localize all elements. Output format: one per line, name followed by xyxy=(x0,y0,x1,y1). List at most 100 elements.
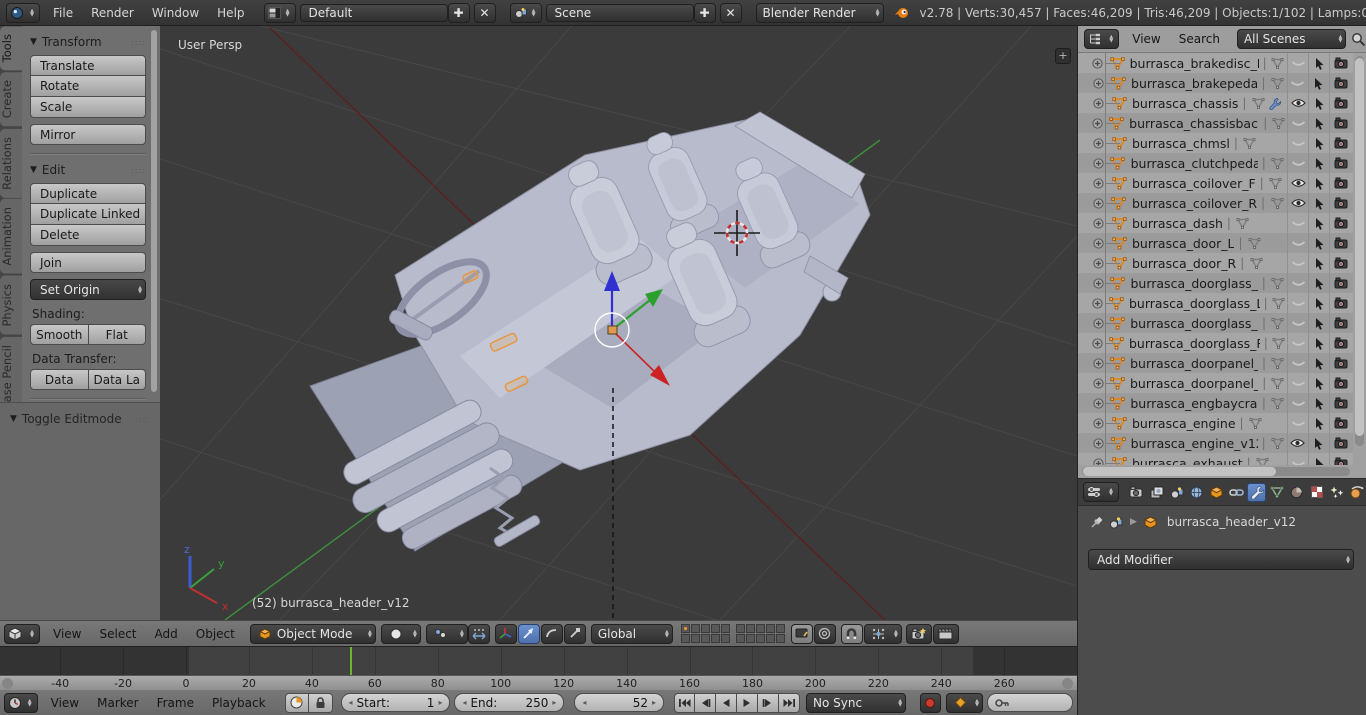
tool-shelf-scrollbar[interactable] xyxy=(151,30,157,392)
previous-keyframe-button[interactable] xyxy=(695,693,716,713)
sync-mode-dropdown[interactable]: No Sync▲▼ xyxy=(806,693,906,713)
delete-screen-layout-button[interactable]: ✕ xyxy=(474,3,496,23)
mesh-data-icon[interactable] xyxy=(1270,435,1285,451)
mirror-button[interactable]: Mirror xyxy=(30,124,146,145)
outliner-row-burrasca-doorpanel-r[interactable]: burrasca_doorpanel_R| xyxy=(1078,373,1353,393)
expand-icon[interactable] xyxy=(1092,135,1105,151)
renderability-camera-icon[interactable] xyxy=(1329,353,1353,373)
layer-cell-20[interactable] xyxy=(776,634,785,643)
visibility-eye-icon[interactable] xyxy=(1287,253,1308,273)
renderability-camera-icon[interactable] xyxy=(1329,453,1353,465)
properties-tab-constraints-icon[interactable] xyxy=(1227,483,1246,502)
selectability-arrow-icon[interactable] xyxy=(1308,173,1329,193)
scene-name-field[interactable]: Scene xyxy=(546,4,694,22)
mesh-data-icon[interactable] xyxy=(1235,215,1251,231)
visibility-eye-icon[interactable] xyxy=(1287,173,1308,193)
mesh-data-icon[interactable] xyxy=(1272,295,1285,311)
renderability-camera-icon[interactable] xyxy=(1329,93,1353,113)
properties-tab-object-icon[interactable] xyxy=(1207,483,1226,502)
layer-cell-17[interactable] xyxy=(746,634,755,643)
screen-layout-name-field[interactable]: Default xyxy=(300,4,448,22)
outliner-row-burrasca-engine[interactable]: burrasca_engine| xyxy=(1078,413,1353,433)
editor-type-button-outliner[interactable]: ▲▼ xyxy=(1084,29,1119,49)
outliner-row-burrasca-dash[interactable]: burrasca_dash| xyxy=(1078,213,1353,233)
selectability-arrow-icon[interactable] xyxy=(1308,393,1329,413)
rotate-button[interactable]: Rotate xyxy=(30,76,146,97)
selectability-arrow-icon[interactable] xyxy=(1308,273,1329,293)
mesh-data-icon[interactable] xyxy=(1248,415,1264,431)
outliner-row-burrasca-doorglass-r[interactable]: burrasca_doorglass_R| xyxy=(1078,313,1353,333)
mesh-data-icon[interactable] xyxy=(1272,335,1285,351)
object-name[interactable]: burrasca_exhaust xyxy=(1132,456,1243,466)
renderability-camera-icon[interactable] xyxy=(1329,433,1353,453)
mesh-data-icon[interactable] xyxy=(1270,395,1285,411)
add-scene-button[interactable]: ✚ xyxy=(694,3,716,23)
outliner-row-burrasca-engbaycrap[interactable]: burrasca_engbaycrap| xyxy=(1078,393,1353,413)
visibility-eye-icon[interactable] xyxy=(1287,433,1308,453)
play-button[interactable] xyxy=(737,693,758,713)
join-button[interactable]: Join xyxy=(30,252,146,273)
renderability-camera-icon[interactable] xyxy=(1329,133,1353,153)
menu-select[interactable]: Select xyxy=(90,627,145,641)
transform-orientation-dropdown[interactable]: Global▲▼ xyxy=(591,624,673,644)
renderability-camera-icon[interactable] xyxy=(1329,153,1353,173)
outliner-row-burrasca-brakedisc-rr[interactable]: burrasca_brakedisc_RR| xyxy=(1078,53,1353,73)
renderability-camera-icon[interactable] xyxy=(1329,173,1353,193)
current-frame-indicator[interactable] xyxy=(350,647,352,675)
selectability-arrow-icon[interactable] xyxy=(1308,373,1329,393)
layer-cell-15[interactable] xyxy=(776,624,785,633)
object-name[interactable]: burrasca_chassis xyxy=(1132,96,1238,111)
visibility-eye-icon[interactable] xyxy=(1287,453,1308,465)
expand-icon[interactable] xyxy=(1092,315,1104,331)
layer-cell-3[interactable] xyxy=(701,624,710,633)
properties-tab-render-icon[interactable] xyxy=(1127,483,1146,502)
visibility-eye-icon[interactable] xyxy=(1287,313,1308,333)
layer-cell-2[interactable] xyxy=(691,624,700,633)
menu-view[interactable]: View xyxy=(44,627,90,641)
object-name[interactable]: burrasca_coilover_F xyxy=(1132,176,1256,191)
expand-icon[interactable] xyxy=(1092,255,1105,271)
menu-object[interactable]: Object xyxy=(187,627,244,641)
expand-icon[interactable] xyxy=(1092,415,1105,431)
shading-flat-button[interactable]: Flat xyxy=(89,324,147,345)
mesh-data-icon[interactable] xyxy=(1270,315,1285,331)
object-name[interactable]: burrasca_door_L xyxy=(1132,236,1234,251)
layer-cell-5[interactable] xyxy=(721,624,730,633)
outliner-row-burrasca-door-r[interactable]: burrasca_door_R| xyxy=(1078,253,1353,273)
outliner-row-burrasca-chassisbackup[interactable]: burrasca_chassisbackup| xyxy=(1078,113,1353,133)
renderability-camera-icon[interactable] xyxy=(1329,233,1353,253)
visibility-eye-icon[interactable] xyxy=(1287,53,1308,73)
layer-cell-11[interactable] xyxy=(736,624,745,633)
menu-add[interactable]: Add xyxy=(146,627,187,641)
object-name[interactable]: burrasca_doorglass_R xyxy=(1130,316,1258,331)
expand-icon[interactable] xyxy=(1092,55,1104,71)
outliner-row-burrasca-clutchpedal[interactable]: burrasca_clutchpedal| xyxy=(1078,153,1353,173)
expand-icon[interactable] xyxy=(1092,355,1104,371)
layer-cell-10[interactable] xyxy=(721,634,730,643)
mesh-data-icon[interactable] xyxy=(1255,455,1271,465)
object-name[interactable]: burrasca_doorglass_L_int xyxy=(1129,296,1260,311)
keying-set-field[interactable] xyxy=(987,693,1073,712)
expand-icon[interactable] xyxy=(1092,395,1104,411)
layer-cell-8[interactable] xyxy=(701,634,710,643)
mesh-data-icon[interactable] xyxy=(1270,75,1285,91)
selectability-arrow-icon[interactable] xyxy=(1308,53,1329,73)
object-name[interactable]: burrasca_dash xyxy=(1132,216,1223,231)
mesh-data-icon[interactable] xyxy=(1270,375,1285,391)
layer-cell-14[interactable] xyxy=(766,624,775,633)
viewport-shading-dropdown[interactable]: ▲▼ xyxy=(381,624,421,644)
object-name[interactable]: burrasca_brakepedal xyxy=(1131,76,1257,91)
properties-tab-particles-icon[interactable] xyxy=(1327,483,1346,502)
properties-tab-world-icon[interactable] xyxy=(1187,483,1206,502)
selectability-arrow-icon[interactable] xyxy=(1308,293,1329,313)
shading-smooth-button[interactable]: Smooth xyxy=(30,324,89,345)
selectability-arrow-icon[interactable] xyxy=(1308,193,1329,213)
selectability-arrow-icon[interactable] xyxy=(1308,353,1329,373)
visibility-eye-icon[interactable] xyxy=(1287,373,1308,393)
selectability-arrow-icon[interactable] xyxy=(1308,433,1329,453)
selectability-arrow-icon[interactable] xyxy=(1308,413,1329,433)
layer-cell-19[interactable] xyxy=(766,634,775,643)
expand-icon[interactable] xyxy=(1092,375,1104,391)
duplicate-button[interactable]: Duplicate xyxy=(30,183,146,204)
layer-cell-18[interactable] xyxy=(756,634,765,643)
